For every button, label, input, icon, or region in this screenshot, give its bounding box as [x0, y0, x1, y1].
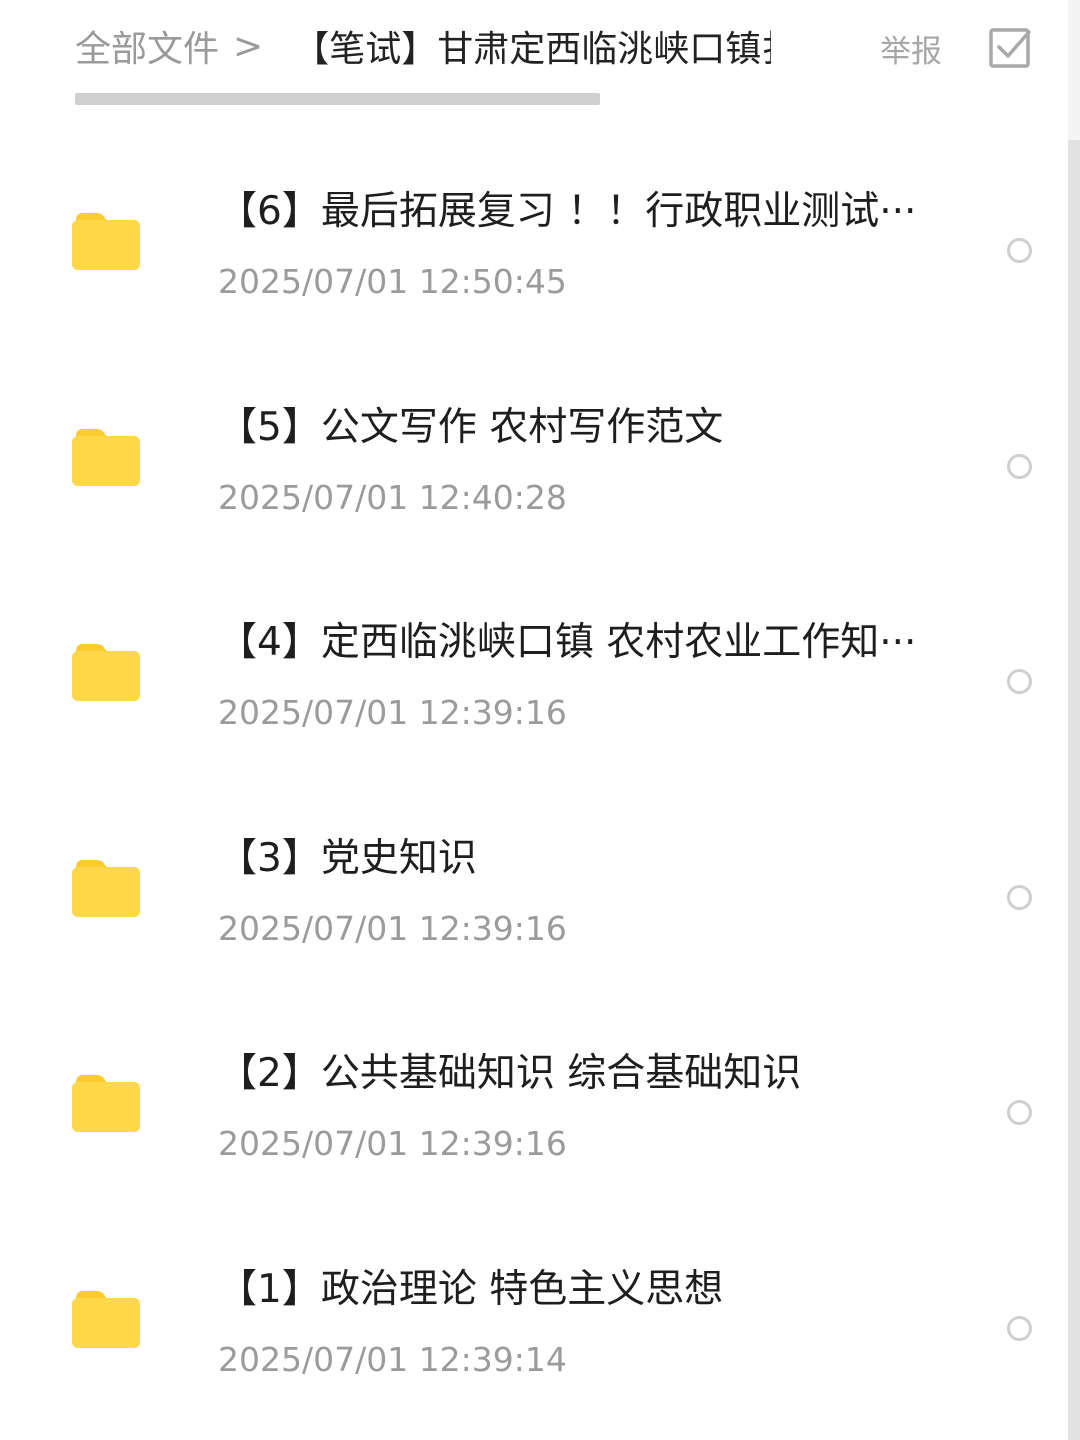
file-name: 【1】政治理论 特色主义思想 [218, 1266, 724, 1312]
folder-icon [72, 1290, 140, 1348]
breadcrumb-separator: > [233, 25, 264, 67]
breadcrumb-root-link[interactable]: 全部文件 [75, 20, 219, 72]
folder-icon [72, 428, 140, 486]
scrollbar-track[interactable] [1068, 0, 1080, 1440]
file-row[interactable]: 【2】公共基础知识 综合基础知识 2025/07/01 12:39:16 [0, 1002, 1068, 1218]
row-select-radio[interactable] [1007, 669, 1032, 694]
file-date: 2025/07/01 12:39:16 [218, 908, 567, 948]
breadcrumb: 全部文件 > 【笔试】甘肃定西临洮峡口镇扌 [75, 20, 771, 72]
row-select-radio[interactable] [1007, 1100, 1032, 1125]
breadcrumb-current-folder: 【笔试】甘肃定西临洮峡口镇扌 [293, 29, 772, 70]
folder-icon [72, 1075, 140, 1132]
row-select-radio[interactable] [1007, 884, 1032, 910]
file-name: 【4】定西临洮峡口镇 农村农业工作知··· [218, 620, 917, 665]
row-select-radio[interactable] [1007, 453, 1032, 479]
header: 全部文件 > 【笔试】甘肃定西临洮峡口镇扌 举报 [0, 0, 1068, 110]
breadcrumb-current-wrap: 【笔试】甘肃定西临洮峡口镇扌 [293, 20, 771, 72]
folder-icon [72, 213, 140, 270]
folder-icon [72, 644, 140, 701]
file-row[interactable]: 【3】党史知识 2025/07/01 12:39:16 [0, 787, 1068, 1003]
file-date: 2025/07/01 12:50:45 [218, 262, 567, 301]
file-row[interactable]: 【4】定西临洮峡口镇 农村农业工作知··· 2025/07/01 12:39:1… [0, 571, 1068, 787]
file-date: 2025/07/01 12:39:14 [218, 1339, 567, 1379]
file-date: 2025/07/01 12:39:16 [218, 693, 567, 732]
header-underline-bar [75, 93, 600, 105]
file-name: 【6】最后拓展复习 ！！行政职业测试··· [218, 189, 917, 234]
report-button[interactable]: 举报 [880, 26, 942, 71]
file-name: 【3】党史知识 [218, 835, 477, 881]
file-browser-page: 全部文件 > 【笔试】甘肃定西临洮峡口镇扌 举报 【6】最后拓展复习 ！！行政职… [0, 0, 1080, 1440]
checkbox-select-all-icon[interactable] [988, 26, 1032, 70]
scrollbar-thumb[interactable] [1068, 140, 1080, 1440]
file-row[interactable]: 【6】最后拓展复习 ！！行政职业测试··· 2025/07/01 12:50:4… [0, 140, 1068, 356]
row-select-radio[interactable] [1007, 238, 1032, 263]
row-select-radio[interactable] [1007, 1315, 1032, 1341]
file-date: 2025/07/01 12:39:16 [218, 1124, 567, 1163]
file-list: 【6】最后拓展复习 ！！行政职业测试··· 2025/07/01 12:50:4… [0, 140, 1068, 1433]
file-date: 2025/07/01 12:40:28 [218, 477, 567, 517]
file-name: 【2】公共基础知识 综合基础知识 [218, 1051, 802, 1096]
file-name: 【5】公文写作 农村写作范文 [218, 404, 724, 450]
file-row[interactable]: 【1】政治理论 特色主义思想 2025/07/01 12:39:14 [0, 1218, 1068, 1434]
folder-icon [72, 859, 140, 917]
file-row[interactable]: 【5】公文写作 农村写作范文 2025/07/01 12:40:28 [0, 356, 1068, 572]
